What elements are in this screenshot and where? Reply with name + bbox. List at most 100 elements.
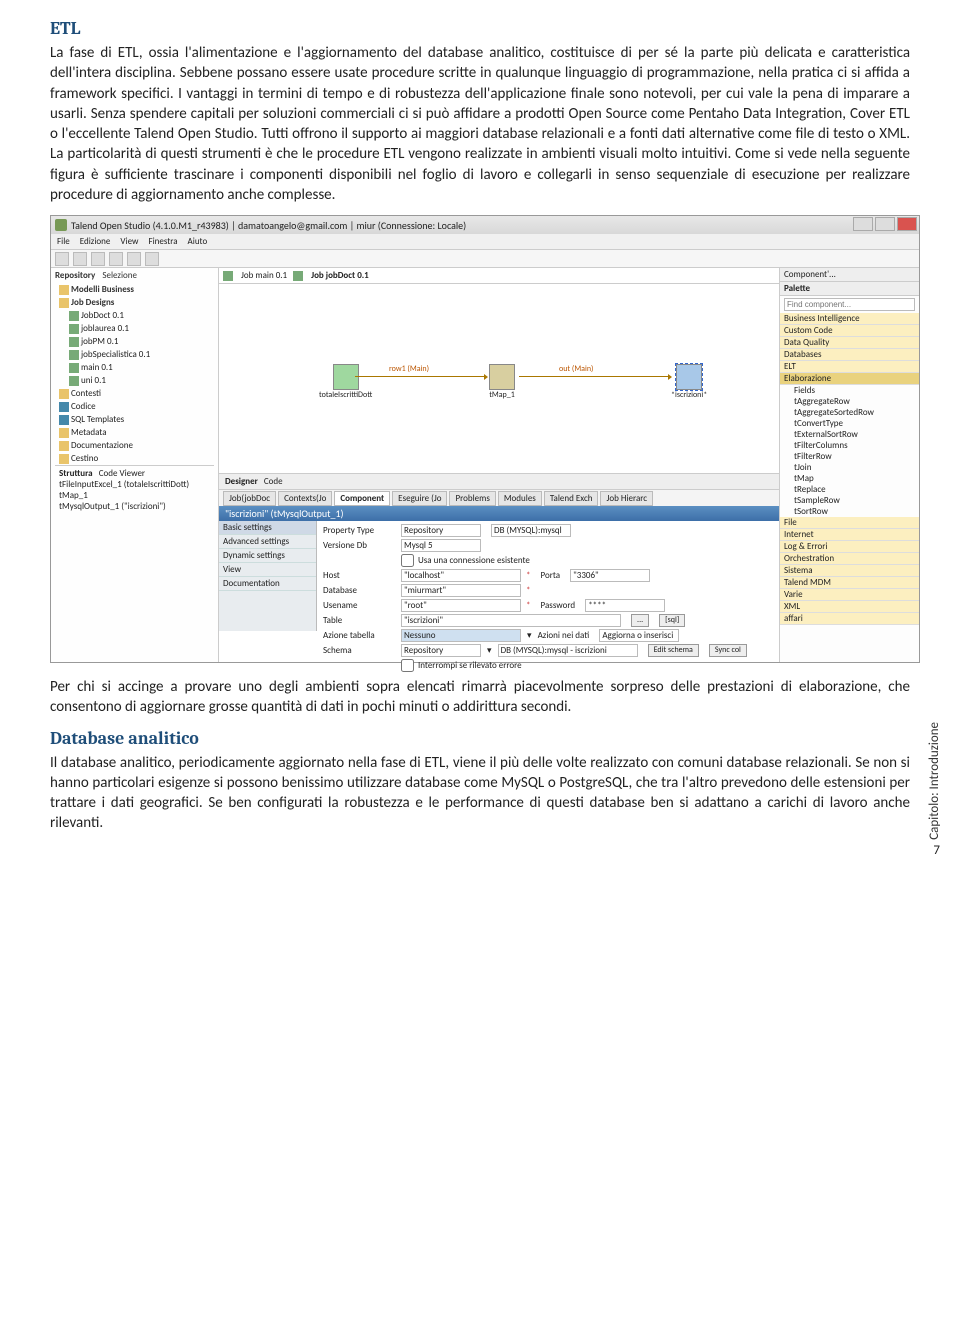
sel-aztab[interactable]: Nessuno bbox=[401, 629, 521, 642]
tree-jobdesigns[interactable]: Job Designs bbox=[71, 297, 114, 308]
tree-codice[interactable]: Codice bbox=[71, 401, 96, 412]
btn-table-sql[interactable]: [sql] bbox=[659, 614, 685, 627]
tab-code[interactable]: Code bbox=[264, 476, 283, 487]
menu-item[interactable]: Finestra bbox=[148, 236, 177, 247]
tree-contesti[interactable]: Contesti bbox=[71, 388, 101, 399]
min-button[interactable] bbox=[853, 217, 873, 231]
cat-elt[interactable]: ELT bbox=[780, 361, 919, 373]
tab-codeviewer[interactable]: Code Viewer bbox=[99, 468, 145, 479]
cat-custom[interactable]: Custom Code bbox=[780, 325, 919, 337]
right-top[interactable]: Component'... bbox=[780, 268, 919, 282]
btab[interactable]: Eseguire (Jo bbox=[392, 491, 447, 506]
tab-repository[interactable]: Repository bbox=[55, 270, 95, 281]
design-canvas[interactable]: totaleIscrittiDott row1 (Main) tMap_1 ou… bbox=[219, 284, 779, 474]
menu-item[interactable]: File bbox=[57, 236, 70, 247]
cat-varie[interactable]: Varie bbox=[780, 589, 919, 601]
sel-azdati[interactable]: Aggiorna o inserisci bbox=[599, 629, 679, 642]
pal-item[interactable]: tFilterRow bbox=[780, 451, 919, 462]
cb-interrupt[interactable] bbox=[401, 659, 414, 672]
side-doc[interactable]: Documentation bbox=[219, 577, 316, 591]
pal-item[interactable]: tReplace bbox=[780, 484, 919, 495]
btab[interactable]: Problems bbox=[449, 491, 495, 506]
tb-run-icon[interactable] bbox=[145, 252, 159, 266]
side-view[interactable]: View bbox=[219, 563, 316, 577]
btn-table-browse[interactable]: ... bbox=[631, 614, 649, 627]
tb-save-icon[interactable] bbox=[55, 252, 69, 266]
side-dyn[interactable]: Dynamic settings bbox=[219, 549, 316, 563]
tree-job[interactable]: uni 0.1 bbox=[81, 375, 106, 386]
cat-sistema[interactable]: Sistema bbox=[780, 565, 919, 577]
tab-struttura[interactable]: Struttura bbox=[59, 468, 93, 479]
btab[interactable]: Job Hierarc bbox=[600, 491, 653, 506]
editor-tab[interactable]: Job main 0.1 bbox=[241, 270, 287, 281]
cb-existconn[interactable] bbox=[401, 554, 414, 567]
cat-bi[interactable]: Business Intelligence bbox=[780, 313, 919, 325]
editor-tab[interactable]: Job jobDoct 0.1 bbox=[311, 270, 369, 281]
cat-affari[interactable]: affari bbox=[780, 613, 919, 625]
side-basic[interactable]: Basic settings bbox=[219, 521, 316, 535]
btab-component[interactable]: Component bbox=[334, 491, 390, 506]
btab[interactable]: Job(jobDoc bbox=[223, 491, 276, 506]
tree-job[interactable]: main 0.1 bbox=[81, 362, 113, 373]
side-adv[interactable]: Advanced settings bbox=[219, 535, 316, 549]
cat-internet[interactable]: Internet bbox=[780, 529, 919, 541]
cat-dq[interactable]: Data Quality bbox=[780, 337, 919, 349]
palette-search[interactable] bbox=[784, 298, 915, 311]
menu-item[interactable]: Edizione bbox=[80, 236, 111, 247]
tab-selezione[interactable]: Selezione bbox=[102, 270, 137, 281]
pal-item[interactable]: tJoin bbox=[780, 462, 919, 473]
pal-item[interactable]: tConvertType bbox=[780, 418, 919, 429]
inp-host[interactable]: "localhost" bbox=[401, 569, 521, 582]
tb-copy-icon[interactable] bbox=[109, 252, 123, 266]
struct-item[interactable]: tMap_1 bbox=[59, 490, 210, 501]
cat-log[interactable]: Log & Errori bbox=[780, 541, 919, 553]
tree-job[interactable]: jobSpecialistica 0.1 bbox=[81, 349, 150, 360]
pal-item[interactable]: tSampleRow bbox=[780, 495, 919, 506]
inp-porta[interactable]: "3306" bbox=[570, 569, 650, 582]
inp-database[interactable]: "miurmart" bbox=[401, 584, 521, 597]
tree-sqltemplates[interactable]: SQL Templates bbox=[71, 414, 124, 425]
menu-item[interactable]: View bbox=[120, 236, 138, 247]
menu-item[interactable]: Aiuto bbox=[188, 236, 208, 247]
inp-pwd[interactable]: **** bbox=[585, 599, 665, 612]
struct-item[interactable]: tFileInputExcel_1 (totaleIscrittiDott) bbox=[59, 479, 210, 490]
tree-root[interactable]: Modelli Business bbox=[71, 284, 134, 295]
tb-paste-icon[interactable] bbox=[127, 252, 141, 266]
struct-item[interactable]: tMysqlOutput_1 ("iscrizioni") bbox=[59, 501, 210, 512]
sel-proptype[interactable]: Repository bbox=[401, 524, 481, 537]
cat-file[interactable]: File bbox=[780, 517, 919, 529]
tree-doc[interactable]: Documentazione bbox=[71, 440, 133, 451]
btab[interactable]: Modules bbox=[498, 491, 542, 506]
tree-job[interactable]: joblaurea 0.1 bbox=[81, 323, 129, 334]
cat-elaborazione[interactable]: Elaborazione bbox=[780, 373, 919, 385]
tree-job[interactable]: jobPM 0.1 bbox=[81, 336, 118, 347]
tb-open-icon[interactable] bbox=[73, 252, 87, 266]
cat-mdm[interactable]: Talend MDM bbox=[780, 577, 919, 589]
btn-editschema[interactable]: Edit schema bbox=[648, 644, 699, 657]
tree-metadata[interactable]: Metadata bbox=[71, 427, 107, 438]
pal-item[interactable]: tExternalSortRow bbox=[780, 429, 919, 440]
node-input[interactable]: totaleIscrittiDott bbox=[319, 364, 372, 400]
pal-item[interactable]: Fields bbox=[780, 385, 919, 396]
node-tmap[interactable]: tMap_1 bbox=[489, 364, 515, 400]
cat-db[interactable]: Databases bbox=[780, 349, 919, 361]
sel-version[interactable]: Mysql 5 bbox=[401, 539, 481, 552]
inp-user[interactable]: "root" bbox=[401, 599, 521, 612]
tree-job[interactable]: JobDoct 0.1 bbox=[81, 310, 124, 321]
pal-item[interactable]: tSortRow bbox=[780, 506, 919, 517]
cat-xml[interactable]: XML bbox=[780, 601, 919, 613]
sel-schemadb[interactable]: DB (MYSQL):mysql - iscrizioni bbox=[498, 644, 638, 657]
cat-orch[interactable]: Orchestration bbox=[780, 553, 919, 565]
max-button[interactable] bbox=[875, 217, 895, 231]
sel-dbcol[interactable]: DB (MYSQL):mysql bbox=[491, 524, 571, 537]
btab[interactable]: Contexts(Jo bbox=[278, 491, 332, 506]
tb-cut-icon[interactable] bbox=[91, 252, 105, 266]
sel-schema[interactable]: Repository bbox=[401, 644, 481, 657]
btn-synccols[interactable]: Sync col bbox=[709, 644, 747, 657]
pal-item[interactable]: tFilterColumns bbox=[780, 440, 919, 451]
pal-item[interactable]: tMap bbox=[780, 473, 919, 484]
pal-item[interactable]: tAggregateRow bbox=[780, 396, 919, 407]
node-output[interactable]: *iscrizioni* bbox=[671, 364, 707, 400]
close-button[interactable] bbox=[897, 217, 917, 231]
tree-cestino[interactable]: Cestino bbox=[71, 453, 98, 464]
